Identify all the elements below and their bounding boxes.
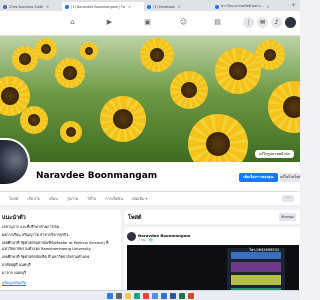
bell-icon[interactable]: ♪ xyxy=(271,17,282,28)
groups-icon[interactable]: ☺ xyxy=(179,18,188,27)
cover-photo[interactable]: แก้ไขรูปภาพหน้าปก xyxy=(0,36,300,162)
intro-item: เคยศึกษาที่ รัฐศาสตรบัณฑิต ที่ มหาวิทยาล… xyxy=(2,255,90,259)
add-story-button[interactable]: เพิ่มเรื่องราวของคุณ xyxy=(239,173,278,182)
intro-item: เลขานุการ และที่ปรึกษาด้านการเงิน xyxy=(2,225,60,229)
chrome-icon[interactable] xyxy=(142,292,149,299)
windows-taskbar xyxy=(0,290,300,300)
search-icon[interactable] xyxy=(115,292,122,299)
intro-item: มาจาก นนทบุรี xyxy=(2,271,26,275)
sunflower xyxy=(255,40,285,70)
browser-tab[interactable]: ขาวไหนนะเรพอร์ตตัวอย่าง... ✕ xyxy=(212,2,288,11)
tab-photos[interactable]: รูปภาพ xyxy=(67,196,79,202)
browser-tab[interactable]: (1) Facebook ✕ xyxy=(144,2,212,11)
sunflower xyxy=(188,114,248,162)
browser-tab[interactable]: Ches Business Suite ✕ xyxy=(0,2,62,11)
intro-item: ผลการเรียน ปริญญาโท สาขาบริหารธุรกิจ xyxy=(2,233,69,237)
close-tab-icon[interactable]: ✕ xyxy=(128,5,131,9)
edge-icon[interactable] xyxy=(133,292,140,299)
menu-icon[interactable]: ⋮ xyxy=(243,17,254,28)
sunflower xyxy=(80,42,98,60)
tab-title: (1) Naravdee Boonmangam | Fa xyxy=(71,4,126,9)
facebook-icon xyxy=(215,4,219,9)
edit-cover-photo-button[interactable]: แก้ไขรูปภาพหน้าปก xyxy=(254,150,294,158)
account-icon[interactable] xyxy=(285,17,296,28)
edit-profile-button[interactable]: แก้ไขโปรไฟล์ xyxy=(280,173,300,182)
facebook-icon xyxy=(147,4,151,9)
close-tab-icon[interactable]: ✕ xyxy=(46,5,49,9)
tab-posts[interactable]: โพสต์ xyxy=(9,196,18,202)
powerpoint-icon[interactable] xyxy=(187,292,194,299)
intro-item: อาศัยอยู่ที่ นนทบุรี xyxy=(2,263,31,267)
marketplace-icon[interactable]: ▣ xyxy=(143,18,152,27)
gaming-icon[interactable]: ▤ xyxy=(213,18,222,27)
browser-tab-active[interactable]: (1) Naravdee Boonmangam | Fa ✕ xyxy=(62,2,144,11)
tab-title: ขาวไหนนะเรพอร์ตตัวอย่าง... xyxy=(221,4,264,8)
facebook-nav-bar: ⌂ ▶ ▣ ☺ ▤ ⋮ ✉ ♪ xyxy=(0,11,300,36)
sunflower xyxy=(60,121,82,143)
new-tab-button[interactable]: + xyxy=(291,2,296,9)
profile-name: Naravdee Boonmangam xyxy=(36,171,158,181)
posts-title: โพสต์ xyxy=(128,215,142,221)
tab-checkins[interactable]: การเช็คอิน xyxy=(105,196,123,202)
see-more-link[interactable]: ดูข้อมูลเพิ่มเติม xyxy=(2,280,26,286)
excel-icon[interactable] xyxy=(178,292,185,299)
browser-tab-bar: Ches Business Suite ✕ (1) Naravdee Boonm… xyxy=(0,0,300,11)
video-icon[interactable]: ▶ xyxy=(105,18,114,27)
intro-title: แนะนำตัว xyxy=(2,215,26,221)
messenger-icon[interactable]: ✉ xyxy=(257,17,268,28)
sunflower xyxy=(140,38,174,72)
intro-card: แนะนำตัว เลขานุการ และที่ปรึกษาด้านการเง… xyxy=(0,210,121,300)
profile-tabs: โพสต์ เกี่ยวกับ เพื่อน รูปภาพ วิดีโอ การ… xyxy=(0,191,300,205)
sunflower xyxy=(170,71,208,109)
word-icon[interactable] xyxy=(169,292,176,299)
filter-button[interactable]: ตัวกรอง xyxy=(279,213,296,221)
file-explorer-icon[interactable] xyxy=(124,292,131,299)
tab-title: Ches Business Suite xyxy=(9,4,44,9)
intro-item: มหาวิทยาลัยรามคำแหง Ramkhamhaeng Univers… xyxy=(2,247,91,251)
close-tab-icon[interactable]: ✕ xyxy=(178,5,181,9)
tab-more[interactable]: เพิ่มเติม ▾ xyxy=(132,196,148,202)
sunflower xyxy=(20,106,48,134)
sunflower xyxy=(35,38,57,60)
close-tab-icon[interactable]: ✕ xyxy=(267,5,270,9)
tab-videos[interactable]: วิดีโอ xyxy=(87,196,96,202)
tab-title: (1) Facebook xyxy=(153,4,175,9)
post-phone-text: โทร.0842698532 xyxy=(249,248,280,252)
mail-icon[interactable] xyxy=(160,292,167,299)
tab-about[interactable]: เกี่ยวกับ xyxy=(27,196,40,202)
post-timestamp[interactable]: 7 ชม. · 🌐 xyxy=(138,238,153,243)
sunflower xyxy=(55,58,85,88)
sunflower xyxy=(100,96,146,142)
post-author-avatar[interactable] xyxy=(127,232,136,241)
more-options-button[interactable]: ··· xyxy=(282,195,294,202)
store-icon[interactable] xyxy=(151,292,158,299)
meta-icon xyxy=(3,4,7,9)
sunflower xyxy=(268,81,300,133)
facebook-icon xyxy=(65,4,69,9)
posts-header: โพสต์ ตัวกรอง xyxy=(124,210,300,224)
home-icon[interactable]: ⌂ xyxy=(68,18,77,27)
windows-icon[interactable] xyxy=(106,292,113,299)
tab-friends[interactable]: เพื่อน xyxy=(49,196,58,202)
